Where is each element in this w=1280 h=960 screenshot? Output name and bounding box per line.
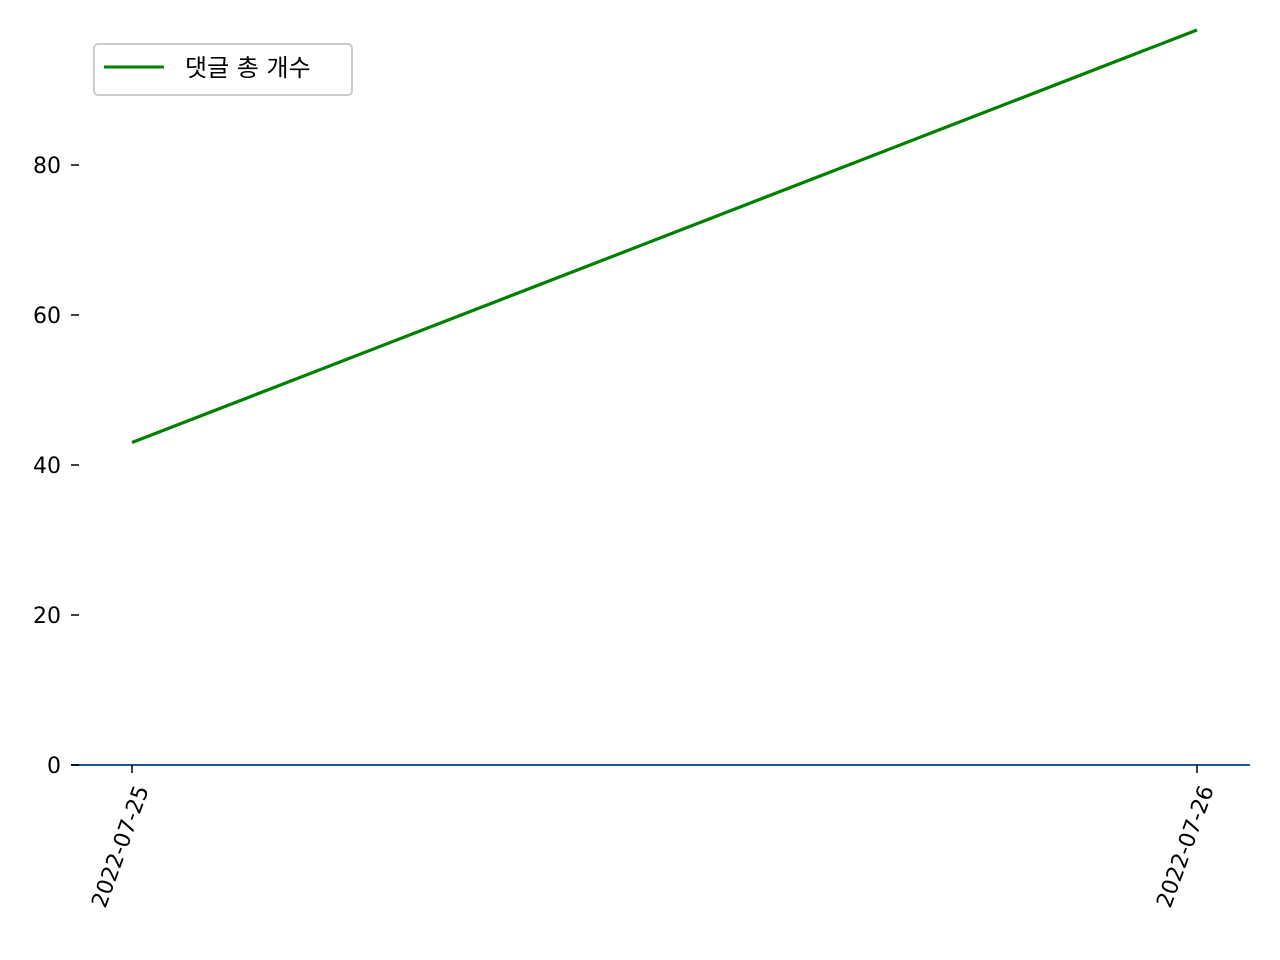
y-tick-label: 20 [33, 604, 61, 629]
x-tick-label: 2022-07-26 [1152, 783, 1219, 912]
y-tick-label: 60 [33, 304, 61, 329]
y-axis: 0 20 40 60 80 [33, 154, 79, 779]
y-tick-label: 80 [33, 154, 61, 179]
legend-label: 댓글 총 개수 [185, 54, 311, 82]
line-chart: 0 20 40 60 80 2022-07-25 2022-07-26 댓글 총 개수 [33, 28, 1250, 912]
legend: 댓글 총 개수 [93, 43, 353, 96]
x-axis: 2022-07-25 2022-07-26 [87, 765, 1220, 912]
x-tick-label: 2022-07-25 [87, 783, 154, 912]
y-tick-label: 0 [47, 754, 61, 779]
y-tick-label: 40 [33, 454, 61, 479]
